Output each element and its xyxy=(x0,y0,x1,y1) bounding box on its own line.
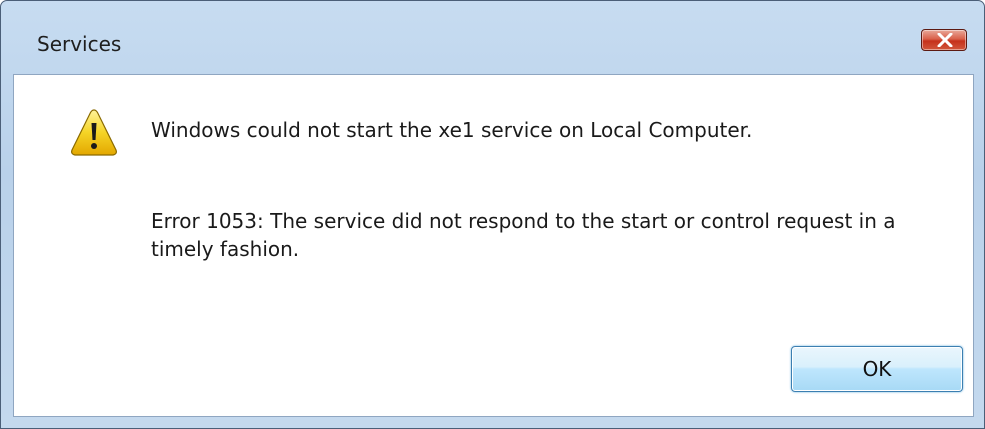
title-bar[interactable]: Services xyxy=(1,1,984,54)
close-icon xyxy=(937,33,953,47)
ok-button[interactable]: OK xyxy=(791,346,963,392)
dialog-window: Services Windows could not start the xe1… xyxy=(0,0,985,429)
dialog-content: Windows could not start the xe1 service … xyxy=(13,74,974,417)
window-title: Services xyxy=(37,32,122,56)
error-message: Error 1053: The service did not respond … xyxy=(151,209,896,261)
close-button[interactable] xyxy=(921,29,967,51)
primary-message: Windows could not start the xe1 service … xyxy=(151,118,753,142)
warning-icon xyxy=(71,109,117,156)
